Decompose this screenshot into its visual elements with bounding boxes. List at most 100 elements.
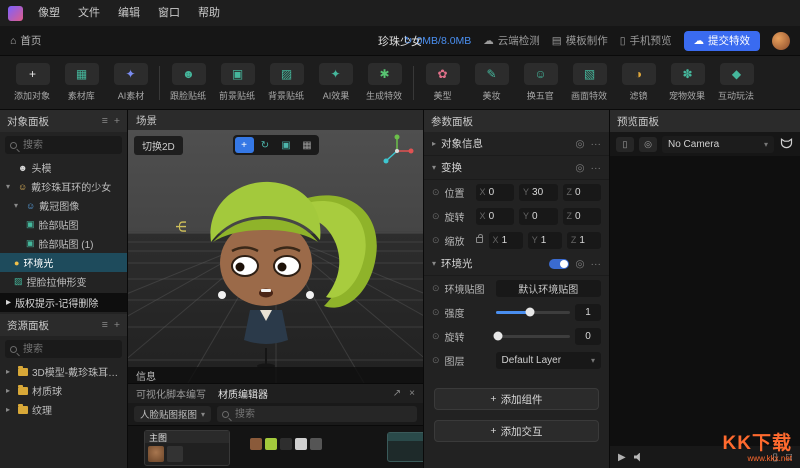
menu-app-name[interactable]: 像塑 bbox=[29, 0, 69, 26]
target-icon[interactable]: ◎ bbox=[575, 258, 584, 270]
node-search-input[interactable] bbox=[233, 408, 412, 421]
submit-effect-button[interactable]: ☁ 提交特效 bbox=[684, 31, 761, 51]
section-ambient-light[interactable]: ▾ 环境光 ◎ ··· bbox=[424, 252, 609, 276]
ribbon-pet-effect[interactable]: ✽宠物效果 bbox=[663, 63, 712, 102]
intensity-value[interactable]: 1 bbox=[575, 304, 601, 321]
lock-icon[interactable] bbox=[476, 237, 483, 243]
section-transform[interactable]: ▾ 变换 ◎··· bbox=[424, 156, 609, 180]
axis-orientation-gizmo[interactable] bbox=[377, 132, 417, 170]
tree-item-head-model[interactable]: ☻头模 bbox=[0, 158, 127, 177]
tree-item-face-texture[interactable]: ▣脸部贴图 bbox=[0, 215, 127, 234]
menu-file[interactable]: 文件 bbox=[69, 0, 109, 26]
switch-2d-button[interactable]: 切换2D bbox=[134, 136, 183, 155]
node-thumbnail[interactable] bbox=[250, 438, 262, 450]
scale-tool-button[interactable]: ▣ bbox=[277, 137, 296, 153]
tree-item-crown-image[interactable]: ▾☺戴冠图像 bbox=[0, 196, 127, 215]
ribbon-filter[interactable]: ◑滤镜 bbox=[614, 63, 663, 102]
ribbon-generate-effect[interactable]: ✱生成特效 bbox=[360, 63, 409, 102]
rotation-z-input[interactable]: Z0 bbox=[563, 208, 601, 225]
ribbon-face-sticker[interactable]: ☻跟脸贴纸 bbox=[164, 63, 213, 102]
panel-menu-icon[interactable]: ≡ bbox=[102, 319, 108, 331]
node-graph-area[interactable]: 主图 bbox=[128, 425, 423, 468]
phone-source-button[interactable]: ▯ bbox=[616, 137, 634, 152]
object-search[interactable] bbox=[5, 136, 122, 154]
more-icon[interactable]: ··· bbox=[591, 162, 602, 174]
rotation-value[interactable]: 0 bbox=[575, 328, 601, 345]
layer-dropdown[interactable]: Default Layer▾ bbox=[496, 352, 601, 369]
add-interaction-button[interactable]: + 添加交互 bbox=[434, 420, 599, 442]
add-component-button[interactable]: + 添加组件 bbox=[434, 388, 599, 410]
preview-viewport[interactable] bbox=[610, 156, 800, 446]
template-make-button[interactable]: ▤ 模板制作 bbox=[552, 33, 608, 48]
phone-preview-button[interactable]: ▯ 手机预览 bbox=[620, 33, 672, 48]
tree-item-face-stretch[interactable]: ▨捏脸拉伸形变 bbox=[0, 272, 127, 291]
menu-window[interactable]: 窗口 bbox=[149, 0, 189, 26]
tab-material-editor[interactable]: 材质编辑器 bbox=[218, 386, 268, 401]
node-thumbnail[interactable] bbox=[310, 438, 322, 450]
env-map-button[interactable]: 默认环境贴图 bbox=[496, 280, 601, 297]
cat-icon[interactable] bbox=[779, 138, 794, 151]
partial-node[interactable] bbox=[387, 432, 423, 462]
tab-visual-script[interactable]: 可视化脚本编写 bbox=[136, 386, 206, 401]
grid-settings-button[interactable]: ▦ bbox=[298, 137, 317, 153]
resource-search-input[interactable] bbox=[21, 343, 117, 356]
rotation-slider[interactable] bbox=[496, 335, 570, 338]
character-model[interactable] bbox=[178, 164, 413, 369]
position-x-input[interactable]: X0 bbox=[476, 184, 514, 201]
position-z-input[interactable]: Z0 bbox=[563, 184, 601, 201]
move-tool-button[interactable]: + bbox=[235, 137, 254, 153]
ribbon-swap-features[interactable]: ☺换五官 bbox=[516, 63, 565, 102]
expand-icon[interactable]: ↗ bbox=[393, 388, 401, 399]
close-icon[interactable]: × bbox=[409, 388, 415, 399]
resource-search[interactable] bbox=[5, 340, 122, 358]
rotation-y-input[interactable]: Y0 bbox=[519, 208, 557, 225]
panel-add-icon[interactable]: + bbox=[114, 115, 120, 127]
scene-viewport[interactable]: Ψ bbox=[128, 130, 423, 383]
resource-item-3d-model[interactable]: ▸3D模型-戴珍珠耳环的少女 bbox=[0, 362, 127, 381]
scale-z-input[interactable]: Z1 bbox=[567, 232, 601, 249]
ribbon-beauty-shape[interactable]: ✿美型 bbox=[418, 63, 467, 102]
ribbon-background-sticker[interactable]: ▨背景贴纸 bbox=[262, 63, 311, 102]
user-avatar[interactable] bbox=[772, 32, 790, 50]
target-icon[interactable]: ◎ bbox=[575, 162, 584, 174]
menu-edit[interactable]: 编辑 bbox=[109, 0, 149, 26]
intensity-slider[interactable] bbox=[496, 311, 570, 314]
play-button[interactable]: ▶ bbox=[618, 452, 626, 463]
tree-item-ambient-light[interactable]: ●环境光 bbox=[0, 253, 127, 272]
ribbon-interactive-play[interactable]: ◆互动玩法 bbox=[712, 63, 761, 102]
ribbon-ai-effect[interactable]: ✦AI效果 bbox=[311, 63, 360, 102]
resource-item-texture[interactable]: ▸纹理 bbox=[0, 400, 127, 419]
panel-menu-icon[interactable]: ≡ bbox=[102, 115, 108, 127]
node-thumbnail[interactable] bbox=[280, 438, 292, 450]
main-image-node[interactable]: 主图 bbox=[144, 430, 230, 466]
ribbon-foreground-sticker[interactable]: ▣前景贴纸 bbox=[213, 63, 262, 102]
ribbon-asset-library[interactable]: ▦素材库 bbox=[57, 63, 106, 102]
node-search[interactable] bbox=[217, 406, 417, 422]
ribbon-screen-effect[interactable]: ▧画面特效 bbox=[565, 63, 614, 102]
speaker-icon[interactable] bbox=[634, 453, 644, 462]
rotate-tool-button[interactable]: ↻ bbox=[256, 137, 275, 153]
camera-source-button[interactable]: ◎ bbox=[639, 137, 657, 152]
position-y-input[interactable]: Y30 bbox=[519, 184, 557, 201]
object-search-input[interactable] bbox=[21, 139, 117, 152]
resource-item-material[interactable]: ▸材质球 bbox=[0, 381, 127, 400]
ribbon-makeup[interactable]: ✎美妆 bbox=[467, 63, 516, 102]
home-button[interactable]: ⌂ 首页 bbox=[10, 33, 41, 48]
cloud-check-button[interactable]: ☁ 云端检测 bbox=[483, 33, 540, 48]
node-thumbnail[interactable] bbox=[295, 438, 307, 450]
rotation-x-input[interactable]: X0 bbox=[476, 208, 514, 225]
tree-item-face-texture-1[interactable]: ▣脸部贴图 (1) bbox=[0, 234, 127, 253]
matting-dropdown[interactable]: 人脸贴图抠图 ▾ bbox=[134, 406, 211, 422]
menu-help[interactable]: 帮助 bbox=[189, 0, 229, 26]
node-thumbnail[interactable] bbox=[265, 438, 277, 450]
scale-y-input[interactable]: Y1 bbox=[528, 232, 562, 249]
section-object-info[interactable]: ▸ 对象信息 ◎··· bbox=[424, 132, 609, 156]
copyright-note[interactable]: ▸版权提示-记得删除 bbox=[0, 293, 127, 312]
tree-item-pearl-girl[interactable]: ▾☺戴珍珠耳环的少女 bbox=[0, 177, 127, 196]
ribbon-add-object[interactable]: +添加对象 bbox=[8, 63, 57, 102]
target-icon[interactable]: ◎ bbox=[575, 138, 584, 150]
ribbon-ai-asset[interactable]: ✦AI素材 bbox=[106, 63, 155, 102]
ambient-light-toggle[interactable] bbox=[549, 259, 569, 269]
more-icon[interactable]: ··· bbox=[591, 258, 602, 270]
camera-select-dropdown[interactable]: No Camera ▾ bbox=[662, 136, 774, 153]
